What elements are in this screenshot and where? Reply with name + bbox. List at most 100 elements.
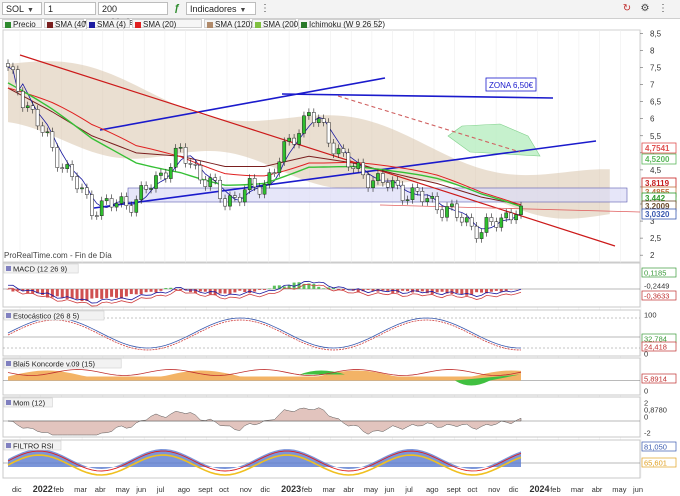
- macd-bar: [228, 289, 232, 295]
- price-tick-label: 2: [650, 251, 655, 260]
- macd-bar: [312, 283, 316, 289]
- time-tick-label: 2022: [33, 484, 53, 494]
- macd-bar: [100, 289, 104, 299]
- time-tick-label: feb: [53, 485, 63, 494]
- indicator-panel: FILTRO RSI: [2, 439, 641, 479]
- units-select[interactable]: 200 unidades▼: [98, 2, 168, 27]
- candle: [326, 118, 331, 148]
- macd-bar: [60, 289, 64, 298]
- support-zone: [127, 187, 628, 203]
- macd-bar: [26, 289, 30, 294]
- legend-item[interactable]: Ichimoku (W 9 26 52): [298, 19, 385, 29]
- macd-bar: [460, 289, 464, 295]
- time-tick-label: 2023: [281, 484, 301, 494]
- macd-bar: [272, 285, 276, 289]
- panel-title-icon: [6, 313, 11, 318]
- price-tick-label: 8: [650, 46, 655, 55]
- macd-bar: [144, 289, 148, 293]
- panel-title-icon: [6, 266, 11, 271]
- candle: [218, 176, 222, 203]
- time-tick-label: mar: [74, 485, 87, 494]
- ticker-select[interactable]: SOL ▼: [2, 2, 42, 15]
- time-tick-label: 2024: [530, 484, 550, 494]
- settings-icon[interactable]: ⚙: [638, 2, 652, 15]
- panel-axis-label: 0,1185: [644, 269, 666, 278]
- macd-bar: [169, 287, 173, 289]
- macd-bar: [322, 288, 326, 289]
- panel-title: Blai5 Koncorde v.09 (15): [3, 358, 122, 369]
- legend-item[interactable]: SMA (20): [132, 19, 202, 29]
- time-tick-label: abr: [343, 485, 354, 494]
- macd-bar: [119, 289, 123, 299]
- macd-bar: [164, 287, 168, 289]
- macd-bar: [420, 289, 424, 292]
- macd-bar: [198, 289, 202, 292]
- price-tick-label: 4,5: [650, 166, 662, 175]
- panel-axis-label: 100: [644, 311, 657, 320]
- legend-item[interactable]: SMA (120): [204, 19, 253, 29]
- macd-bar: [154, 289, 158, 293]
- time-tick-label: mar: [323, 485, 336, 494]
- add-indicator-icon[interactable]: ƒ: [170, 2, 184, 15]
- legend-swatch: [301, 21, 307, 28]
- time-tick-label: feb: [550, 485, 560, 494]
- macd-bar: [475, 289, 479, 293]
- macd-bar: [115, 289, 119, 298]
- panel-axis-label: -2: [644, 429, 651, 438]
- macd-bar: [90, 289, 94, 299]
- candle: [282, 137, 287, 166]
- legend-item[interactable]: SMA (40): [44, 19, 88, 29]
- legend-item[interactable]: SMA (4): [86, 19, 130, 29]
- refresh-icon[interactable]: ↻: [620, 2, 634, 15]
- panel-title-label: Estocástico (26 8 5): [13, 312, 80, 321]
- macd-bar: [85, 289, 89, 301]
- panel-title-icon: [6, 361, 11, 366]
- panel-title-label: Blai5 Koncorde v.09 (15): [13, 360, 95, 369]
- candle: [173, 144, 178, 172]
- legend-swatch: [255, 21, 261, 28]
- macd-bar: [401, 289, 405, 291]
- price-badge-label: 3,0320: [645, 210, 670, 219]
- indicators-select[interactable]: Indicadores ▼: [186, 2, 256, 15]
- legend-swatch: [89, 21, 95, 28]
- panel-axis-label: -0,2449: [644, 282, 669, 291]
- panel-title: MACD (12 26 9): [3, 263, 79, 274]
- panel-title: FILTRO RSI: [3, 440, 62, 451]
- panel-axis-label: 0: [644, 350, 648, 359]
- time-tick-label: sept: [198, 485, 213, 494]
- macd-bar: [179, 289, 183, 291]
- macd-bar: [41, 289, 45, 295]
- price-tick-label: 8,5: [650, 29, 662, 38]
- macd-bar: [341, 289, 345, 291]
- macd-bar: [366, 289, 370, 290]
- time-tick-label: oct: [219, 485, 230, 494]
- macd-bar: [70, 289, 74, 299]
- macd-bar: [386, 289, 390, 291]
- panel-axis-label: 65,601: [644, 459, 667, 468]
- panel-axis-label: 0: [644, 413, 648, 422]
- price-tick-label: 7,5: [650, 64, 662, 73]
- period-select[interactable]: 1 semana▼: [44, 2, 96, 27]
- legend-item[interactable]: Precio: [2, 19, 42, 29]
- macd-bar: [243, 289, 247, 293]
- time-tick-label: oct: [467, 485, 478, 494]
- time-tick-label: jul: [156, 485, 165, 494]
- time-tick-label: may: [116, 485, 130, 494]
- panel-axis-label: 5,8914: [644, 375, 667, 384]
- time-tick-label: jun: [632, 485, 643, 494]
- time-tick-label: dic: [12, 485, 22, 494]
- macd-bar: [95, 289, 99, 298]
- chevron-down-icon: ▼: [27, 7, 34, 14]
- candle: [16, 65, 20, 96]
- price-badge-label: 4,5200: [645, 155, 670, 164]
- chart-area: ZONA 6,50€ ProRealTime.com - Fin de Día M…: [0, 29, 680, 496]
- menu-icon[interactable]: ⋮: [656, 2, 670, 15]
- macd-bar: [258, 289, 262, 290]
- macd-bar: [435, 289, 439, 293]
- legend-item[interactable]: SMA (200): [252, 19, 301, 29]
- macd-bar: [406, 289, 410, 292]
- more-icon[interactable]: ⋮: [258, 2, 272, 15]
- price-badge-label: 4,7541: [645, 144, 670, 153]
- time-tick-label: ago: [426, 485, 439, 494]
- macd-bar: [233, 289, 237, 293]
